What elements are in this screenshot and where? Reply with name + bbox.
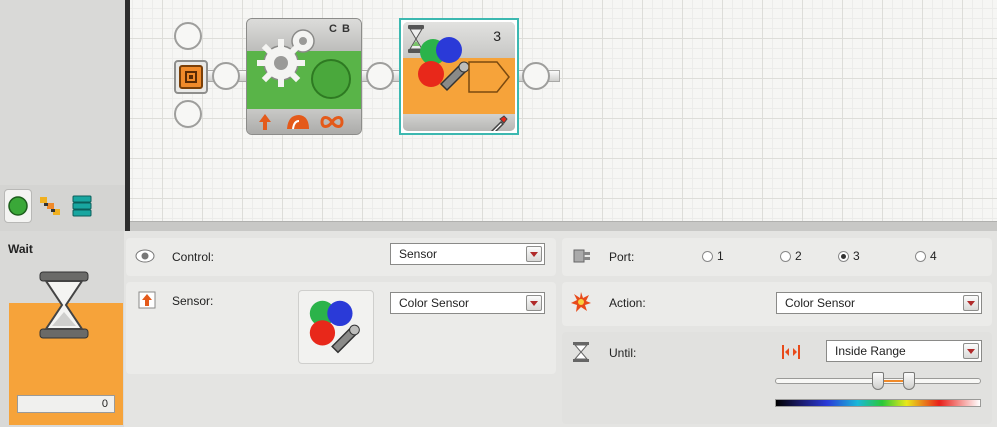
action-select[interactable]: Color Sensor — [776, 292, 982, 314]
common-palette-icon — [8, 196, 28, 216]
sensor-select[interactable]: Color Sensor — [390, 292, 545, 314]
palette-tabs — [4, 189, 96, 223]
chevron-down-icon[interactable] — [526, 295, 542, 311]
branch-port-bottom — [174, 100, 202, 128]
port-option-label: 1 — [717, 249, 724, 263]
action-value: Color Sensor — [785, 296, 856, 310]
until-value: Inside Range — [835, 344, 906, 358]
branch-port-top — [174, 22, 202, 50]
value-icon — [468, 61, 510, 93]
control-value: Sensor — [399, 247, 438, 261]
radio-dot — [780, 250, 791, 262]
complete-palette-tab[interactable] — [36, 189, 64, 223]
until-select[interactable]: Inside Range — [826, 340, 982, 362]
motor-status-icon — [311, 59, 351, 99]
power-icon — [287, 115, 309, 130]
until-label: Until: — [609, 346, 637, 360]
beam-connector — [212, 62, 240, 90]
action-label: Action: — [609, 296, 646, 310]
duration-unlimited-icon — [320, 116, 344, 128]
control-select[interactable]: Sensor — [390, 243, 545, 265]
port-radio-3[interactable]: 3 — [838, 249, 860, 263]
dropper-icon — [490, 115, 508, 131]
radio-dot — [915, 250, 926, 262]
complete-palette-icon — [40, 197, 60, 215]
block-counter: 0 — [17, 395, 115, 413]
chevron-down-icon[interactable] — [963, 343, 979, 359]
sensor-type-icon — [136, 290, 158, 310]
range-slider-high-thumb[interactable] — [902, 372, 915, 390]
block-name-label: Wait — [8, 242, 33, 256]
beam-connector — [522, 62, 550, 90]
wait-block[interactable]: 3 — [399, 18, 519, 135]
chevron-down-icon[interactable] — [526, 246, 542, 262]
custom-palette-icon — [72, 195, 92, 217]
port-label: Port: — [609, 250, 635, 264]
beam-connector — [366, 62, 394, 90]
color-sensor-icon — [309, 300, 360, 354]
hourglass-icon — [39, 271, 89, 339]
sensor-label: Sensor: — [172, 294, 214, 308]
range-slider-low-thumb[interactable] — [872, 372, 884, 390]
sensor-value: Color Sensor — [399, 296, 470, 310]
palette-area — [0, 0, 127, 185]
control-label: Control: — [172, 250, 215, 264]
custom-palette-tab[interactable] — [68, 189, 96, 223]
sensor-preview — [298, 290, 374, 364]
direction-up-icon — [259, 114, 271, 130]
radio-dot-selected — [838, 250, 849, 262]
plug-icon — [570, 246, 592, 266]
color-spectrum-bar — [775, 399, 981, 407]
motor-ports-label: C B — [329, 23, 351, 35]
chevron-down-icon[interactable] — [963, 295, 979, 311]
port-option-label: 3 — [853, 249, 860, 263]
move-block[interactable]: C B — [246, 18, 362, 135]
eye-icon — [134, 246, 156, 266]
canvas-scrollbar[interactable] — [130, 221, 997, 231]
wait-port-label: 3 — [493, 28, 501, 44]
port-option-label: 4 — [930, 249, 937, 263]
port-option-label: 2 — [795, 249, 802, 263]
port-radio-1[interactable]: 1 — [702, 249, 724, 263]
port-radio-4[interactable]: 4 — [915, 249, 937, 263]
burst-icon — [570, 292, 592, 312]
start-icon — [179, 65, 203, 89]
start-block[interactable] — [174, 60, 208, 94]
hourglass-icon — [570, 342, 592, 362]
port-radio-2[interactable]: 2 — [780, 249, 802, 263]
radio-dot — [702, 250, 713, 262]
inside-range-icon — [780, 342, 802, 362]
common-palette-tab[interactable] — [4, 189, 32, 223]
